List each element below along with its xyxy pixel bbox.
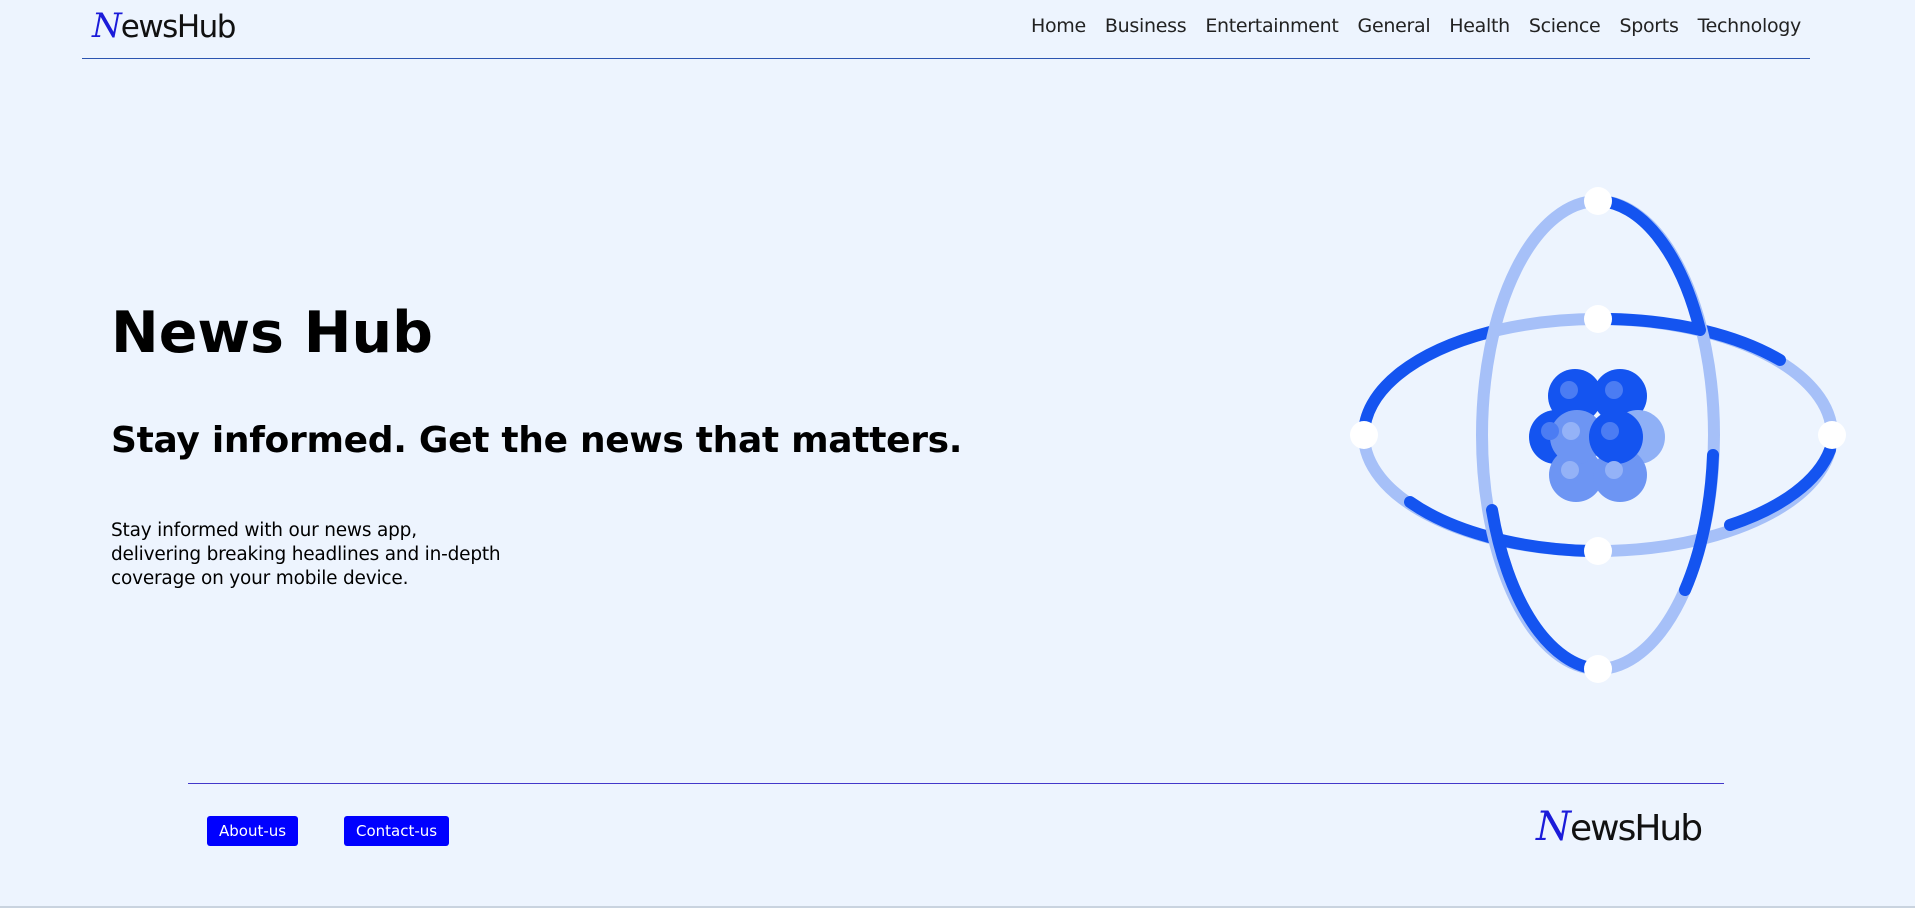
- contact-us-button[interactable]: Contact-us: [344, 816, 450, 846]
- about-us-button[interactable]: About-us: [207, 816, 299, 846]
- atom-nucleus: [1529, 369, 1665, 502]
- nav-entertainment[interactable]: Entertainment: [1205, 15, 1339, 37]
- hero-description-line: coverage on your mobile device.: [111, 568, 409, 589]
- hero-subtitle: Stay informed. Get the news that matters…: [111, 420, 963, 461]
- header: NewsHub Home Business Entertainment Gene…: [82, 0, 1810, 59]
- nav-general[interactable]: General: [1358, 15, 1431, 37]
- footer-divider: [188, 783, 1724, 784]
- footer-logo[interactable]: NewsHub: [1536, 804, 1703, 850]
- logo-text: ewsHub: [1570, 808, 1703, 849]
- atom-icon: [1350, 187, 1846, 683]
- hero-description-line: Stay informed with our news app,: [111, 520, 417, 541]
- hero-title: News Hub: [111, 300, 433, 366]
- hero-description-line: delivering breaking headlines and in-dep…: [111, 544, 501, 565]
- hero-description: Stay informed with our news app, deliver…: [111, 519, 551, 591]
- header-logo[interactable]: NewsHub: [92, 6, 237, 46]
- logo-initial: N: [1536, 804, 1571, 850]
- main-nav: Home Business Entertainment General Heal…: [1031, 15, 1801, 37]
- logo-text: ewsHub: [120, 9, 237, 45]
- nav-home[interactable]: Home: [1031, 15, 1086, 37]
- nav-business[interactable]: Business: [1105, 15, 1187, 37]
- logo-initial: N: [92, 6, 122, 46]
- nav-science[interactable]: Science: [1529, 15, 1601, 37]
- nav-health[interactable]: Health: [1449, 15, 1510, 37]
- nav-technology[interactable]: Technology: [1698, 15, 1802, 37]
- nav-sports[interactable]: Sports: [1619, 15, 1678, 37]
